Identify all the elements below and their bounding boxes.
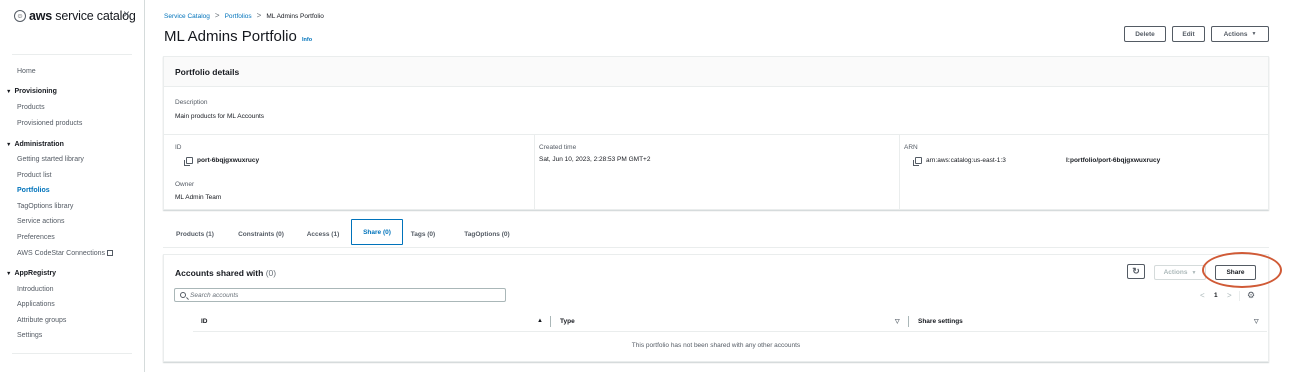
- created-time-value: Sat, Jun 10, 2023, 2:28:53 PM GMT+2: [539, 156, 651, 163]
- count-badge: (0): [265, 268, 277, 278]
- panel-header: Portfolio details: [164, 57, 1268, 87]
- sidebar-item-service-actions[interactable]: Service actions: [17, 218, 64, 225]
- tab-tagoptions[interactable]: TagOptions (0): [458, 224, 516, 245]
- breadcrumb-current: ML Admins Portfolio: [266, 13, 324, 20]
- breadcrumb-portfolios[interactable]: Portfolios: [225, 13, 252, 20]
- tab-share[interactable]: Share (0): [351, 219, 403, 245]
- sort-ascending-icon[interactable]: ▲: [537, 318, 543, 324]
- arn-value-suffix: l:portfolio/port-6bqjgxwuxrucy: [1066, 157, 1161, 164]
- section-header: Accounts shared with (0): [175, 268, 276, 278]
- tab-constraints[interactable]: Constraints (0): [230, 224, 292, 245]
- sidebar-item-tagoptions-library[interactable]: TagOptions library: [17, 203, 73, 210]
- sidebar-item-products[interactable]: Products: [17, 104, 45, 111]
- tab-access[interactable]: Access (1): [302, 224, 344, 245]
- caret-down-icon: ▼: [1251, 31, 1257, 37]
- column-divider: [534, 135, 535, 210]
- sidebar-section-administration[interactable]: ▼ Administration: [6, 141, 64, 148]
- column-divider[interactable]: [908, 316, 909, 327]
- breadcrumb-separator: >: [214, 11, 220, 20]
- description-value: Main products for ML Accounts: [175, 113, 264, 120]
- close-icon[interactable]: ×: [123, 7, 130, 21]
- pagination-prev[interactable]: <: [1200, 291, 1205, 300]
- sort-icon[interactable]: ▽: [1254, 318, 1259, 325]
- panel-title: Portfolio details: [175, 67, 240, 77]
- brand[interactable]: ☺ aws service catalog: [14, 9, 136, 23]
- info-link[interactable]: Info: [302, 37, 312, 43]
- caret-down-icon: ▼: [6, 89, 12, 95]
- arn-label: ARN: [904, 144, 918, 151]
- breadcrumb-separator: >: [256, 11, 262, 20]
- sidebar-divider: [12, 353, 132, 354]
- search-input-box[interactable]: [174, 288, 506, 302]
- pagination-next[interactable]: >: [1227, 291, 1232, 300]
- breadcrumb: Service Catalog > Portfolios > ML Admins Por…: [164, 11, 324, 20]
- description-label: Description: [175, 99, 208, 106]
- table-header-rule: [193, 331, 1267, 332]
- search-input[interactable]: [190, 290, 500, 300]
- breadcrumb-service-catalog[interactable]: Service Catalog: [164, 13, 210, 20]
- column-divider: [899, 135, 900, 210]
- actions-label: Actions: [1223, 30, 1248, 38]
- section-title: Accounts shared with: [175, 268, 264, 278]
- sidebar-item-introduction[interactable]: Introduction: [17, 286, 54, 293]
- id-value: port-6bqjgxwuxrucy: [197, 157, 260, 164]
- pagination-page[interactable]: 1: [1214, 292, 1218, 299]
- column-header-type[interactable]: Type: [560, 318, 575, 325]
- sort-icon[interactable]: ▽: [895, 318, 900, 325]
- sidebar-section-label: Administration: [14, 141, 64, 148]
- copy-icon[interactable]: [913, 157, 922, 166]
- empty-state-message: This portfolio has not been shared with …: [631, 342, 801, 349]
- sidebar-item-provisioned-products[interactable]: Provisioned products: [17, 120, 82, 127]
- sidebar-item-home[interactable]: Home: [17, 68, 36, 75]
- tab-rule: [163, 247, 1269, 248]
- page-title: ML Admins Portfolio: [164, 28, 297, 45]
- sidebar-section-provisioning[interactable]: ▼ Provisioning: [6, 88, 57, 95]
- tab-products[interactable]: Products (1): [168, 224, 222, 245]
- portfolio-details-panel: Portfolio details Description Main produ…: [163, 56, 1269, 210]
- owner-label: Owner: [175, 181, 195, 188]
- divider: [164, 134, 1268, 135]
- sidebar-divider: [12, 54, 132, 55]
- search-icon: [180, 292, 186, 298]
- sidebar-section-label: AppRegistry: [14, 270, 57, 277]
- actions-label: Actions: [1163, 269, 1188, 276]
- sidebar-item-product-list[interactable]: Product list: [17, 172, 52, 179]
- caret-down-icon: ▼: [6, 271, 12, 277]
- settings-icon[interactable]: ⚙: [1247, 290, 1255, 301]
- actions-dropdown[interactable]: Actions ▼: [1211, 26, 1269, 42]
- column-header-id[interactable]: ID: [201, 318, 208, 325]
- brand-name: aws service catalog: [29, 9, 136, 23]
- sidebar-item-settings[interactable]: Settings: [17, 332, 42, 339]
- refresh-button[interactable]: ↻: [1127, 264, 1145, 279]
- sidebar-section-appregistry[interactable]: ▼ AppRegistry: [6, 270, 56, 277]
- aws-logo-icon: ☺: [14, 10, 26, 22]
- created-time-label: Created time: [539, 144, 577, 151]
- actions-dropdown-disabled[interactable]: Actions ▼: [1154, 265, 1206, 280]
- sidebar-item-portfolios[interactable]: Portfolios: [17, 187, 50, 194]
- caret-down-icon: ▼: [6, 142, 12, 148]
- sidebar-item-getting-started-library[interactable]: Getting started library: [17, 156, 84, 163]
- column-divider[interactable]: [550, 316, 551, 327]
- edit-button[interactable]: Edit: [1172, 26, 1205, 42]
- sidebar-item-applications[interactable]: Applications: [17, 301, 55, 308]
- delete-button[interactable]: Delete: [1124, 26, 1166, 42]
- sidebar: ☺ aws service catalog × Home ▼ Provisioni…: [0, 0, 145, 372]
- sidebar-item-preferences[interactable]: Preferences: [17, 234, 55, 241]
- sidebar-item-attribute-groups[interactable]: Attribute groups: [17, 317, 66, 324]
- share-button[interactable]: Share: [1215, 265, 1256, 280]
- external-link-icon: [107, 250, 114, 256]
- refresh-icon: ↻: [1132, 266, 1140, 276]
- column-header-share-settings[interactable]: Share settings: [918, 318, 963, 325]
- tab-tags[interactable]: Tags (0): [410, 224, 436, 245]
- arn-value: arn:aws:catalog:us-east-1:3: [926, 157, 1006, 164]
- pagination-divider: [1239, 291, 1240, 301]
- owner-value: ML Admin Team: [175, 194, 222, 201]
- sidebar-item-codestar-connections[interactable]: AWS CodeStar Connections: [17, 249, 114, 257]
- sidebar-item-label: AWS CodeStar Connections: [17, 250, 106, 257]
- copy-icon[interactable]: [184, 157, 193, 166]
- id-label: ID: [175, 144, 182, 151]
- caret-down-icon: ▼: [1191, 269, 1197, 276]
- sidebar-section-label: Provisioning: [14, 88, 57, 95]
